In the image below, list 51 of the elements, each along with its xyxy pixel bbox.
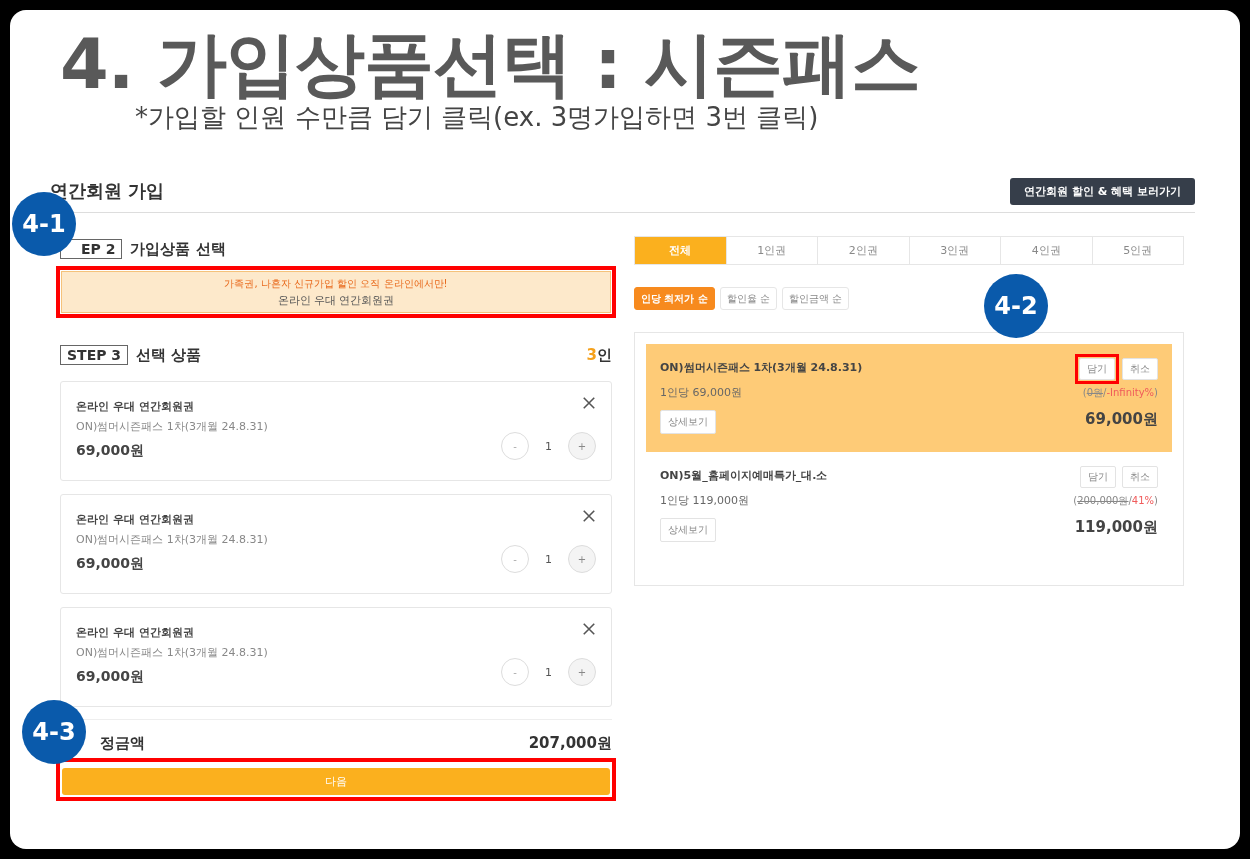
- item-product: ON)썸머시즌패스 1차(3개월 24.8.31): [76, 645, 268, 660]
- item-price: 69,000원: [76, 668, 146, 686]
- step-marker: 4-2: [984, 274, 1048, 338]
- sort-button[interactable]: 할인금액 순: [782, 287, 850, 310]
- unit-price: 1인당 119,000원: [660, 493, 749, 508]
- sort-button[interactable]: 할인율 순: [719, 287, 778, 310]
- item-category: 온라인 우대 연간회원권: [76, 512, 195, 527]
- notice-text: 가족권, 나혼자 신규가입 할인 오직 온라인에서만!: [224, 276, 448, 291]
- item-product: ON)썸머시즌패스 1차(3개월 24.8.31): [76, 419, 268, 434]
- product-banner[interactable]: 가족권, 나혼자 신규가입 할인 오직 온라인에서만! 온라인 우대 연간회원권: [61, 271, 611, 313]
- discount-info: (0원/-Infinity%): [1082, 386, 1158, 400]
- product-row[interactable]: ON)썸머시즌패스 1차(3개월 24.8.31) 1인당 69,000원 상세보기 담기 취소 (0원/-Infinity%) 69,000원: [646, 344, 1172, 452]
- step-marker: 4-3: [22, 700, 86, 764]
- minus-button[interactable]: -: [501, 432, 529, 460]
- close-icon[interactable]: [582, 509, 596, 523]
- plus-button[interactable]: +: [568, 432, 596, 460]
- plus-button[interactable]: +: [568, 658, 596, 686]
- product-name: 온라인 우대 연간회원권: [277, 292, 395, 308]
- item-category: 온라인 우대 연간회원권: [76, 399, 195, 414]
- plus-button[interactable]: +: [568, 545, 596, 573]
- person-count: 3인: [586, 345, 612, 365]
- close-icon[interactable]: [582, 622, 596, 636]
- cancel-button[interactable]: 취소: [1122, 358, 1158, 380]
- cancel-button[interactable]: 취소: [1122, 466, 1158, 488]
- quantity-value: 1: [545, 665, 552, 679]
- step-badge: STEP 3: [60, 345, 129, 365]
- item-price: 69,000원: [76, 442, 146, 460]
- product-name: ON)썸머시즌패스 1차(3개월 24.8.31): [660, 360, 863, 375]
- product-price: 69,000원: [1085, 410, 1158, 429]
- benefits-button[interactable]: 연간회원 할인 & 혜택 보러가기: [1010, 177, 1195, 205]
- step-title: 선택 상품: [136, 345, 202, 365]
- minus-button[interactable]: -: [501, 545, 529, 573]
- details-button[interactable]: 상세보기: [660, 410, 716, 434]
- product-price: 119,000원: [1074, 518, 1158, 537]
- close-icon[interactable]: [582, 396, 596, 410]
- add-button[interactable]: 담기: [1080, 466, 1116, 488]
- total-label: 정금액: [100, 733, 145, 753]
- sort-button[interactable]: 인당 최저가 순: [634, 287, 715, 310]
- item-price: 69,000원: [76, 555, 146, 573]
- quantity-value: 1: [545, 552, 552, 566]
- discount-info: (200,000원/41%): [1073, 494, 1158, 508]
- item-product: ON)썸머시즌패스 1차(3개월 24.8.31): [76, 532, 268, 547]
- minus-button[interactable]: -: [501, 658, 529, 686]
- unit-price: 1인당 69,000원: [660, 385, 742, 400]
- product-name: ON)5월_홈페이지예매특가_대.소: [660, 468, 828, 483]
- total-amount: 207,000원: [528, 733, 612, 753]
- quantity-value: 1: [545, 439, 552, 453]
- item-category: 온라인 우대 연간회원권: [76, 625, 195, 640]
- details-button[interactable]: 상세보기: [660, 518, 716, 542]
- add-button[interactable]: 담기: [1079, 358, 1115, 380]
- step-title: 가입상품 선택: [130, 239, 226, 259]
